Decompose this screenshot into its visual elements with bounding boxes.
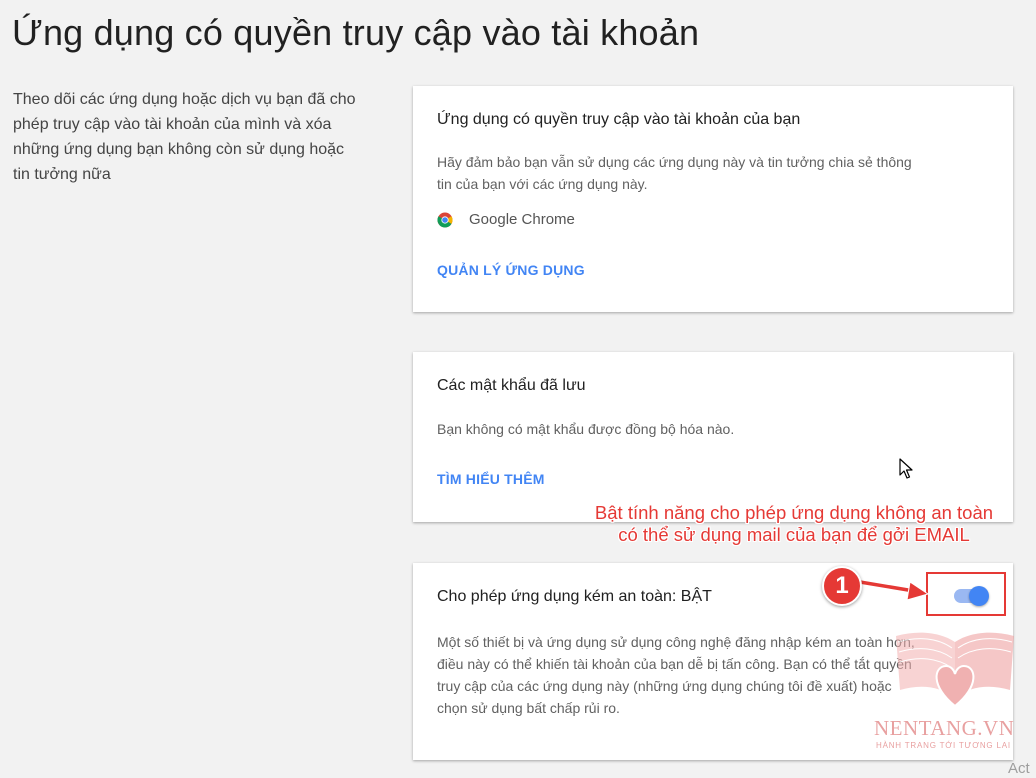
app-name: Google Chrome [469, 211, 575, 228]
watermark-name: NENTANG.VN [874, 716, 1015, 740]
watermark-slogan: HÀNH TRANG TỚI TƯƠNG LAI [876, 741, 1011, 750]
app-item-google-chrome[interactable]: Google Chrome [437, 211, 575, 228]
chrome-icon [437, 212, 453, 228]
passwords-card-title: Các mật khẩu đã lưu [437, 377, 586, 394]
page-title: Ứng dụng có quyền truy cập vào tài khoản [12, 12, 700, 53]
highlight-box [926, 572, 1006, 616]
apps-card-title: Ứng dụng có quyền truy cập vào tài khoản… [437, 111, 801, 128]
book-heart-icon [896, 632, 1014, 708]
step-badge: 1 [822, 566, 862, 606]
less-secure-card-title: Cho phép ứng dụng kém an toàn: BẬT [437, 588, 712, 605]
apps-card-text: Hãy đảm bảo bạn vẫn sử dụng các ứng dụng… [437, 154, 912, 192]
apps-access-card: Ứng dụng có quyền truy cập vào tài khoản… [413, 86, 1013, 312]
saved-passwords-card: Các mật khẩu đã lưu Bạn không có mật khẩ… [413, 352, 1013, 522]
cursor-icon [899, 458, 913, 479]
less-secure-card-text: Một số thiết bị và ứng dụng sử dụng công… [437, 634, 915, 716]
toggle-thumb [969, 586, 989, 606]
corner-text: Act [1008, 760, 1030, 777]
learn-more-link[interactable]: TÌM HIỂU THÊM [437, 471, 545, 487]
manage-apps-link[interactable]: QUẢN LÝ ỨNG DỤNG [437, 262, 585, 278]
arrow-icon [858, 579, 930, 601]
page-description: Theo dõi các ứng dụng hoặc dịch vụ bạn đ… [13, 91, 356, 183]
passwords-card-text: Bạn không có mật khẩu được đồng bộ hóa n… [437, 421, 735, 437]
annotation-text: Bật tính năng cho phép ứng dụng không an… [594, 502, 994, 545]
less-secure-toggle[interactable] [928, 574, 1004, 614]
watermark-logo: NENTANG.VN HÀNH TRANG TỚI TƯƠNG LAI [868, 620, 1036, 778]
